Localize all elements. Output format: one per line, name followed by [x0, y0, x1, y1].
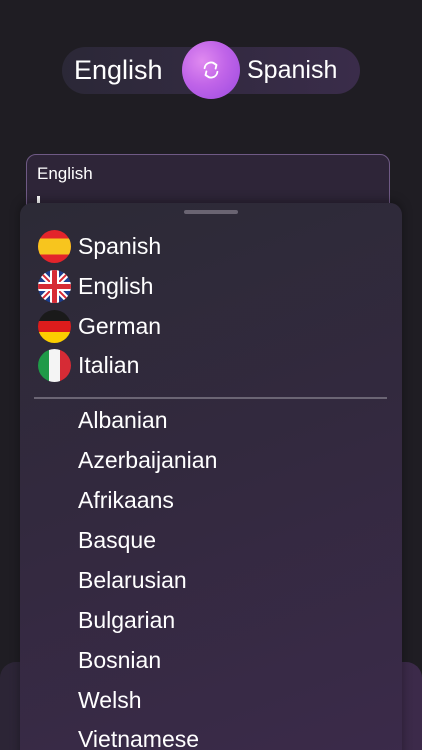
translator-screen: English Spanish English Spanish English … [0, 0, 422, 750]
source-text-language-label: English [37, 164, 93, 183]
language-option-bulgarian[interactable]: Bulgarian [78, 605, 175, 635]
language-option-welsh[interactable]: Welsh [78, 685, 142, 715]
language-option-english[interactable]: English [78, 271, 153, 301]
language-option-italian[interactable]: Italian [78, 350, 139, 380]
language-option-afrikaans[interactable]: Afrikaans [78, 485, 174, 515]
featured-divider [34, 397, 387, 399]
spain-flag-icon [38, 230, 71, 263]
language-option-azerbaijanian[interactable]: Azerbaijanian [78, 445, 217, 475]
italy-flag-icon [38, 349, 71, 382]
language-option-vietnamese[interactable]: Vietnamese [78, 724, 199, 750]
swap-arrows-icon [203, 61, 219, 79]
text-cursor [37, 196, 40, 203]
source-language-button[interactable]: English [74, 52, 163, 88]
language-option-basque[interactable]: Basque [78, 525, 156, 555]
germany-flag-icon [38, 310, 71, 343]
language-option-albanian[interactable]: Albanian [78, 405, 168, 435]
swap-languages-button[interactable] [182, 41, 240, 99]
target-language-button[interactable]: Spanish [247, 52, 337, 88]
language-option-german[interactable]: German [78, 311, 161, 341]
sheet-drag-handle[interactable] [184, 210, 238, 214]
language-option-belarusian[interactable]: Belarusian [78, 565, 187, 595]
uk-flag-icon [38, 270, 71, 303]
language-option-spanish[interactable]: Spanish [78, 231, 161, 261]
language-option-bosnian[interactable]: Bosnian [78, 645, 161, 675]
